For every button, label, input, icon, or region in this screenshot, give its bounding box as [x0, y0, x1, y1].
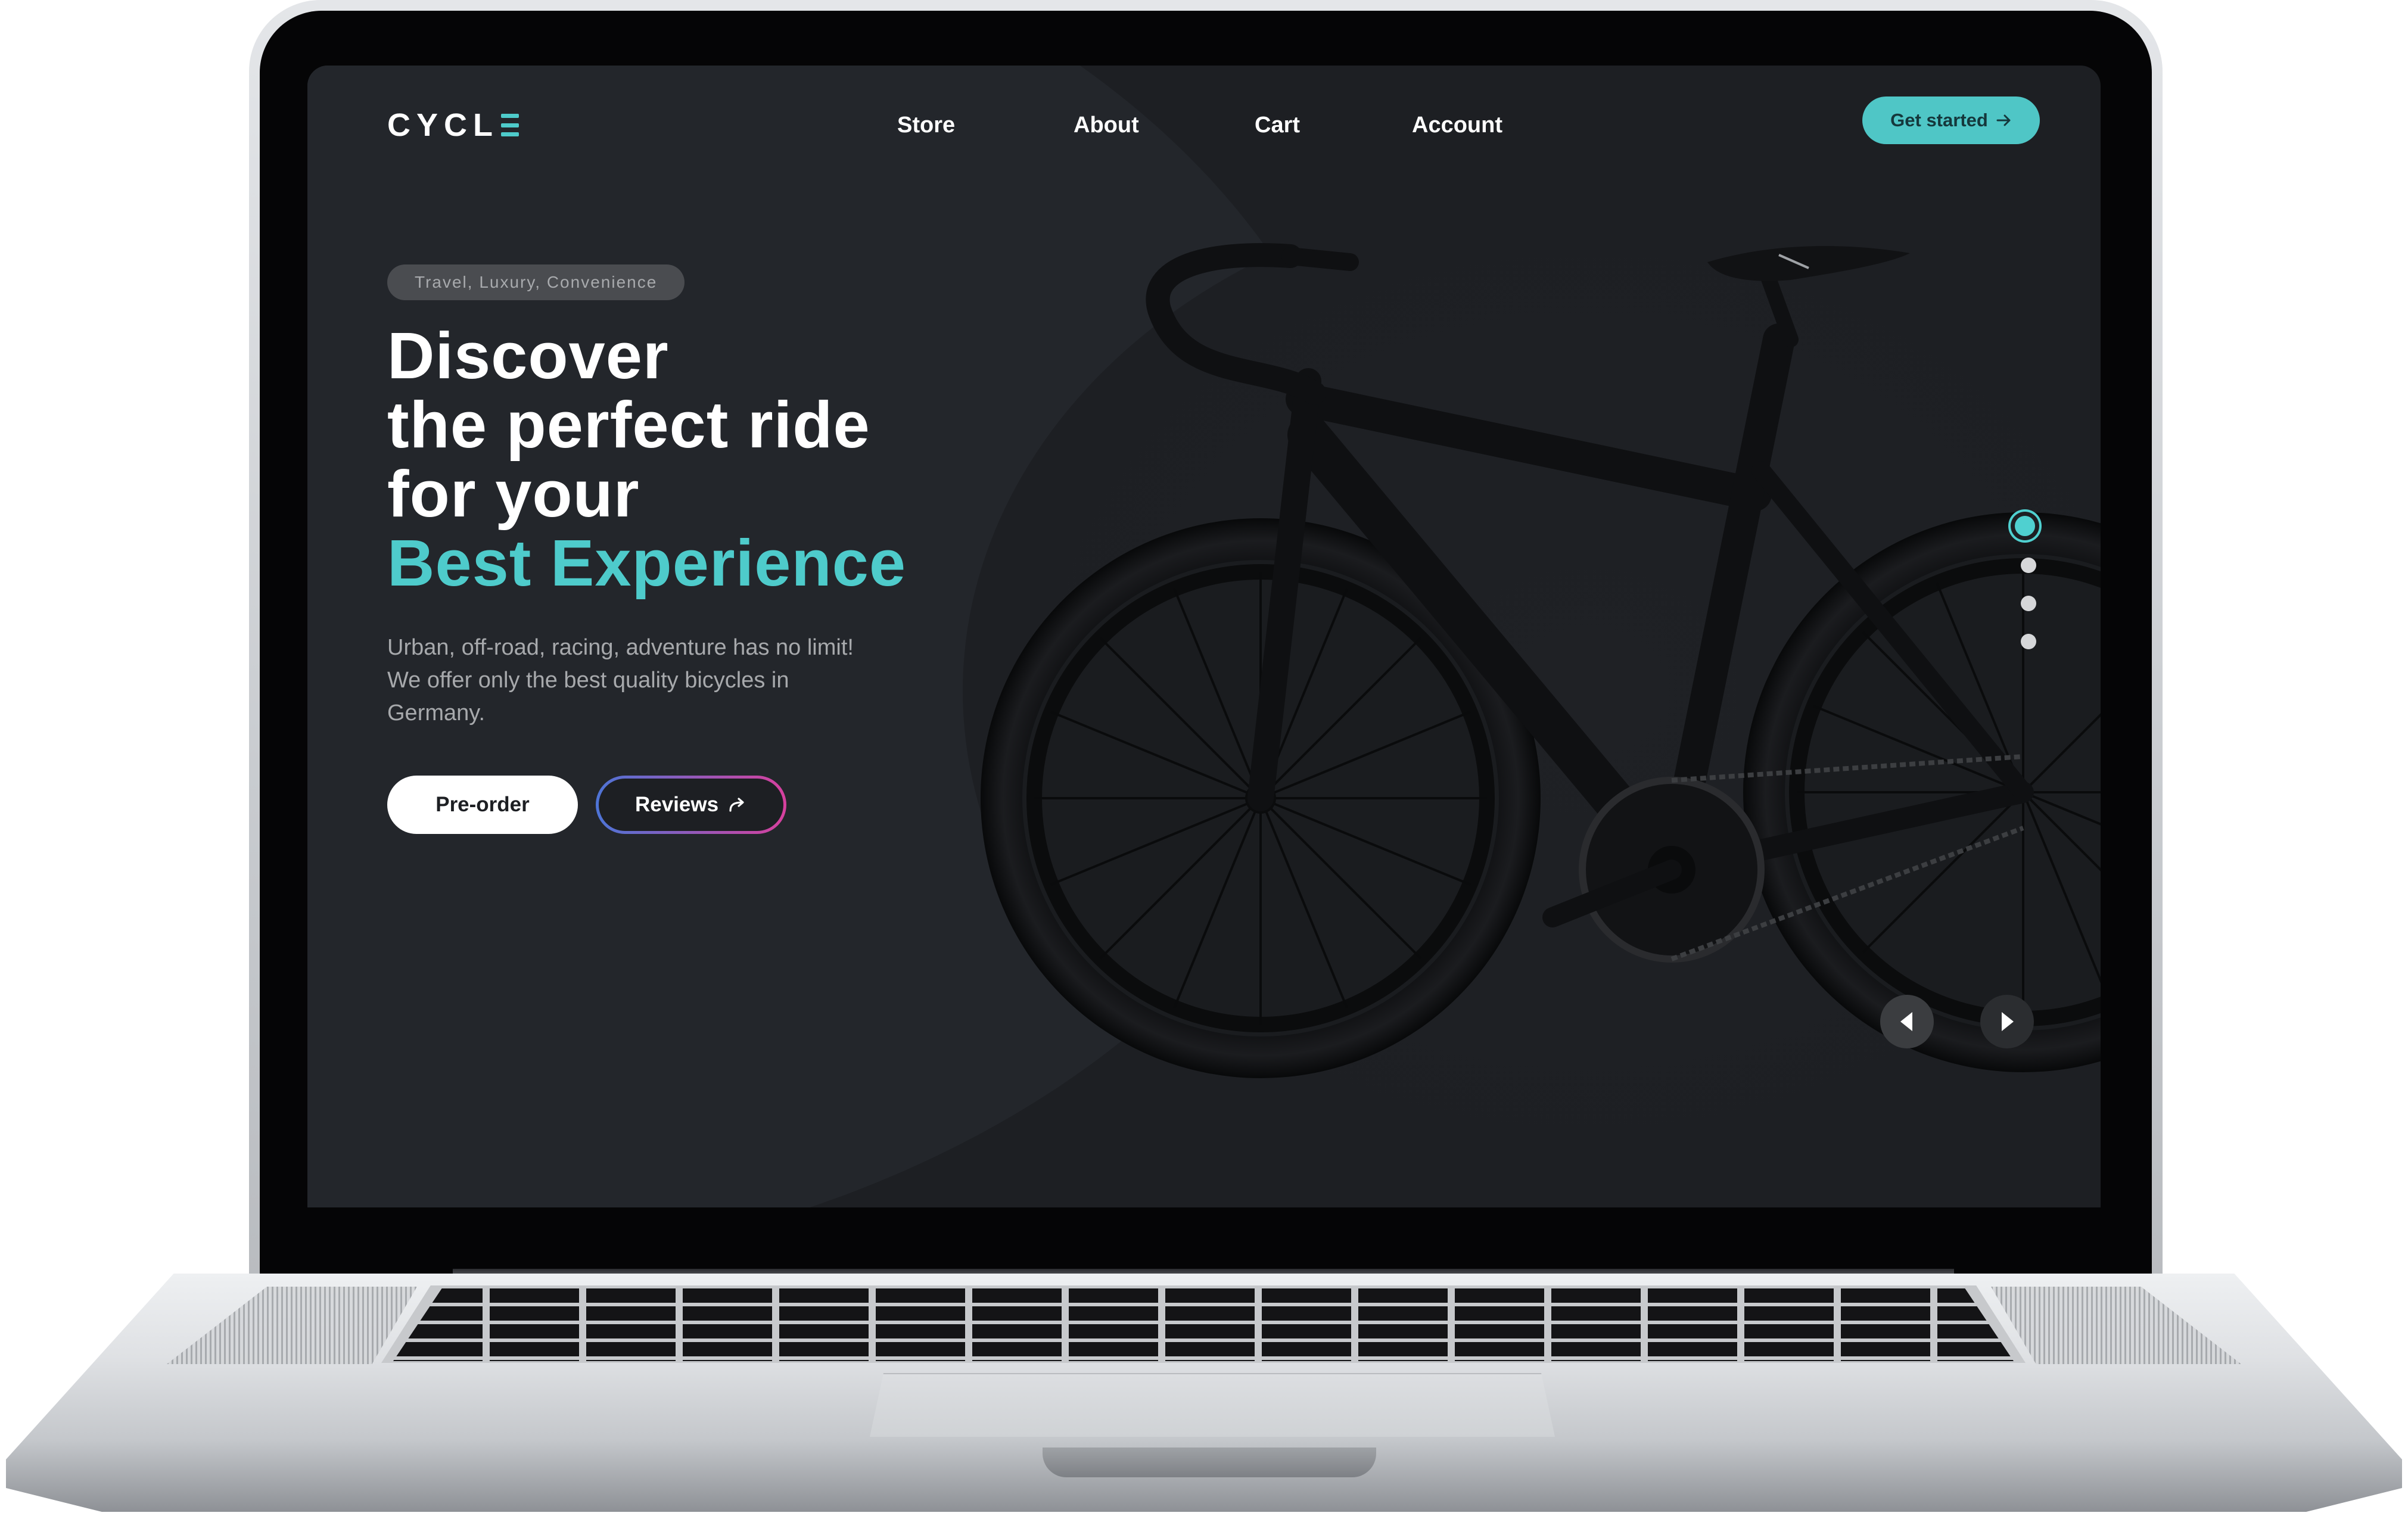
brand-logo[interactable]: CYCL	[387, 107, 519, 143]
caret-right-icon	[2002, 1012, 2014, 1031]
headline-accent: Best Experience	[387, 527, 906, 600]
carousel-dot-3[interactable]	[2021, 596, 2036, 611]
brand-logo-text: CYCL	[387, 107, 499, 143]
pre-order-button[interactable]: Pre-order	[387, 776, 578, 834]
nav-link-store[interactable]: Store	[897, 107, 955, 143]
carousel-dot-4[interactable]	[2021, 634, 2036, 649]
reviews-label: Reviews	[634, 793, 719, 816]
trackpad	[870, 1373, 1555, 1437]
caret-left-icon	[1900, 1012, 1912, 1031]
hero-description: Urban, off-road, racing, adventure has n…	[387, 635, 854, 726]
website-screen: CYCL Store About Cart Account Get starte…	[307, 66, 2101, 1207]
hero-tag-badge: Travel, Luxury, Convenience	[387, 264, 685, 300]
nav-link-about[interactable]: About	[1074, 107, 1139, 143]
get-started-label: Get started	[1890, 110, 1988, 130]
pre-order-label: Pre-order	[435, 793, 530, 816]
lid-notch	[1043, 1447, 1376, 1477]
headline-line-2: the perfect ride	[387, 388, 870, 462]
road-bike-image	[981, 243, 2101, 1078]
logo-e-mark-icon	[501, 114, 519, 136]
carousel-dot-2[interactable]	[2021, 558, 2036, 573]
share-arrow-icon	[729, 798, 744, 812]
keyboard-keys	[393, 1288, 2014, 1361]
nav-link-cart[interactable]: Cart	[1255, 107, 1300, 143]
arrow-right-icon	[1996, 114, 2011, 126]
reviews-button[interactable]: Reviews	[596, 776, 786, 834]
carousel-prev-button[interactable]	[1880, 995, 1934, 1048]
carousel-dot-1[interactable]	[2015, 516, 2035, 536]
get-started-button[interactable]: Get started	[1862, 96, 2040, 144]
reviews-button-inner: Reviews	[599, 779, 783, 831]
nav-link-account[interactable]: Account	[1412, 107, 1502, 143]
hero-headline: Discover the perfect ride for your Best …	[387, 322, 906, 598]
headline-line-1: Discover	[387, 319, 669, 393]
headline-line-3: for your	[387, 457, 640, 531]
carousel-next-button[interactable]	[1980, 995, 2034, 1048]
